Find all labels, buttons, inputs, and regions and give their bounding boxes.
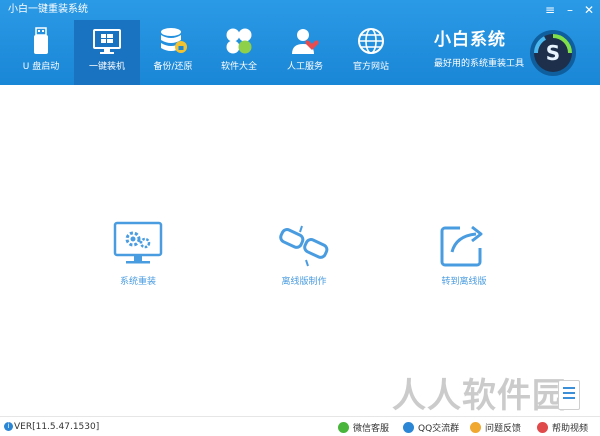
- footer-link-label: 问题反馈: [485, 423, 522, 434]
- footer-link-label: QQ交流群: [418, 423, 460, 434]
- nav-label: 备份/还原: [153, 62, 193, 72]
- wechat-icon: [338, 421, 349, 433]
- action-label: 系统重装: [119, 277, 156, 287]
- nav-label: 官方网站: [352, 62, 389, 72]
- watermark-text: 人人软件园: [392, 376, 567, 416]
- brand-name: 小白系统: [434, 30, 506, 50]
- monitor-gears-icon: [113, 221, 163, 264]
- qq-group-link[interactable]: QQ交流群: [403, 420, 459, 434]
- nav-item-one-click-install[interactable]: 一键装机: [74, 20, 140, 85]
- share-arrow-icon: [440, 225, 483, 267]
- goto-offline-version-button[interactable]: 转到离线版: [414, 220, 514, 290]
- side-menu-tab[interactable]: [558, 380, 580, 410]
- header-bar: 小白一键重装系统 ≡ – ✕ U 盘启动 一键装机 备份/还原 软件大全 人工服…: [0, 0, 600, 85]
- footer-link-label: 微信客服: [353, 423, 390, 434]
- nav-item-official-site[interactable]: 官方网站: [338, 20, 404, 85]
- svg-text:S: S: [546, 41, 560, 65]
- main-nav: U 盘启动 一键装机 备份/还原 软件大全 人工服务 官方网站: [8, 20, 404, 85]
- close-icon[interactable]: ✕: [581, 2, 597, 18]
- nav-item-software[interactable]: 软件大全: [206, 20, 272, 85]
- version-text: VER[11.5.47.1530]: [14, 422, 100, 432]
- help-video-link[interactable]: 帮助视频: [537, 420, 588, 434]
- qq-icon: [403, 421, 414, 433]
- feedback-icon: [470, 421, 481, 433]
- broken-link-icon: [279, 225, 329, 267]
- nav-item-manual-service[interactable]: 人工服务: [272, 20, 338, 85]
- usb-drive-icon: [34, 27, 48, 54]
- xiaobai-logo-icon: S: [530, 30, 576, 76]
- app-title: 小白一键重装系统: [8, 4, 88, 15]
- software-clover-icon: [226, 28, 252, 54]
- nav-item-usb-boot[interactable]: U 盘启动: [8, 20, 74, 85]
- database-backup-icon: [161, 28, 187, 53]
- brand-slogan: 最好用的系统重装工具: [434, 59, 525, 69]
- nav-label: 一键装机: [88, 62, 125, 72]
- system-reinstall-button[interactable]: 系统重装: [88, 220, 188, 290]
- action-label: 离线版制作: [281, 277, 327, 287]
- wechat-service-link[interactable]: 微信客服: [338, 420, 389, 434]
- info-icon: i: [4, 422, 13, 431]
- title-bar: 小白一键重装系统 ≡ – ✕: [0, 0, 600, 20]
- menu-icon[interactable]: ≡: [542, 2, 558, 18]
- action-label: 转到离线版: [441, 277, 487, 287]
- footer-bar: i VER[11.5.47.1530] 微信客服 QQ交流群 问题反馈 帮助视频: [0, 416, 600, 436]
- nav-label: U 盘启动: [22, 62, 60, 72]
- help-video-icon: [537, 421, 548, 433]
- feedback-link[interactable]: 问题反馈: [470, 420, 521, 434]
- hamburger-icon: [563, 392, 575, 394]
- nav-label: 软件大全: [220, 62, 257, 72]
- hamburger-icon: [563, 397, 575, 399]
- globe-icon: [358, 28, 384, 54]
- hamburger-icon: [563, 387, 575, 389]
- support-person-icon: [292, 29, 319, 54]
- monitor-windows-icon: [93, 29, 121, 54]
- offline-version-make-button[interactable]: 离线版制作: [254, 220, 354, 290]
- nav-label: 人工服务: [286, 62, 323, 72]
- nav-item-backup-restore[interactable]: 备份/还原: [140, 20, 206, 85]
- minimize-icon[interactable]: –: [562, 2, 578, 18]
- footer-link-label: 帮助视频: [552, 423, 589, 434]
